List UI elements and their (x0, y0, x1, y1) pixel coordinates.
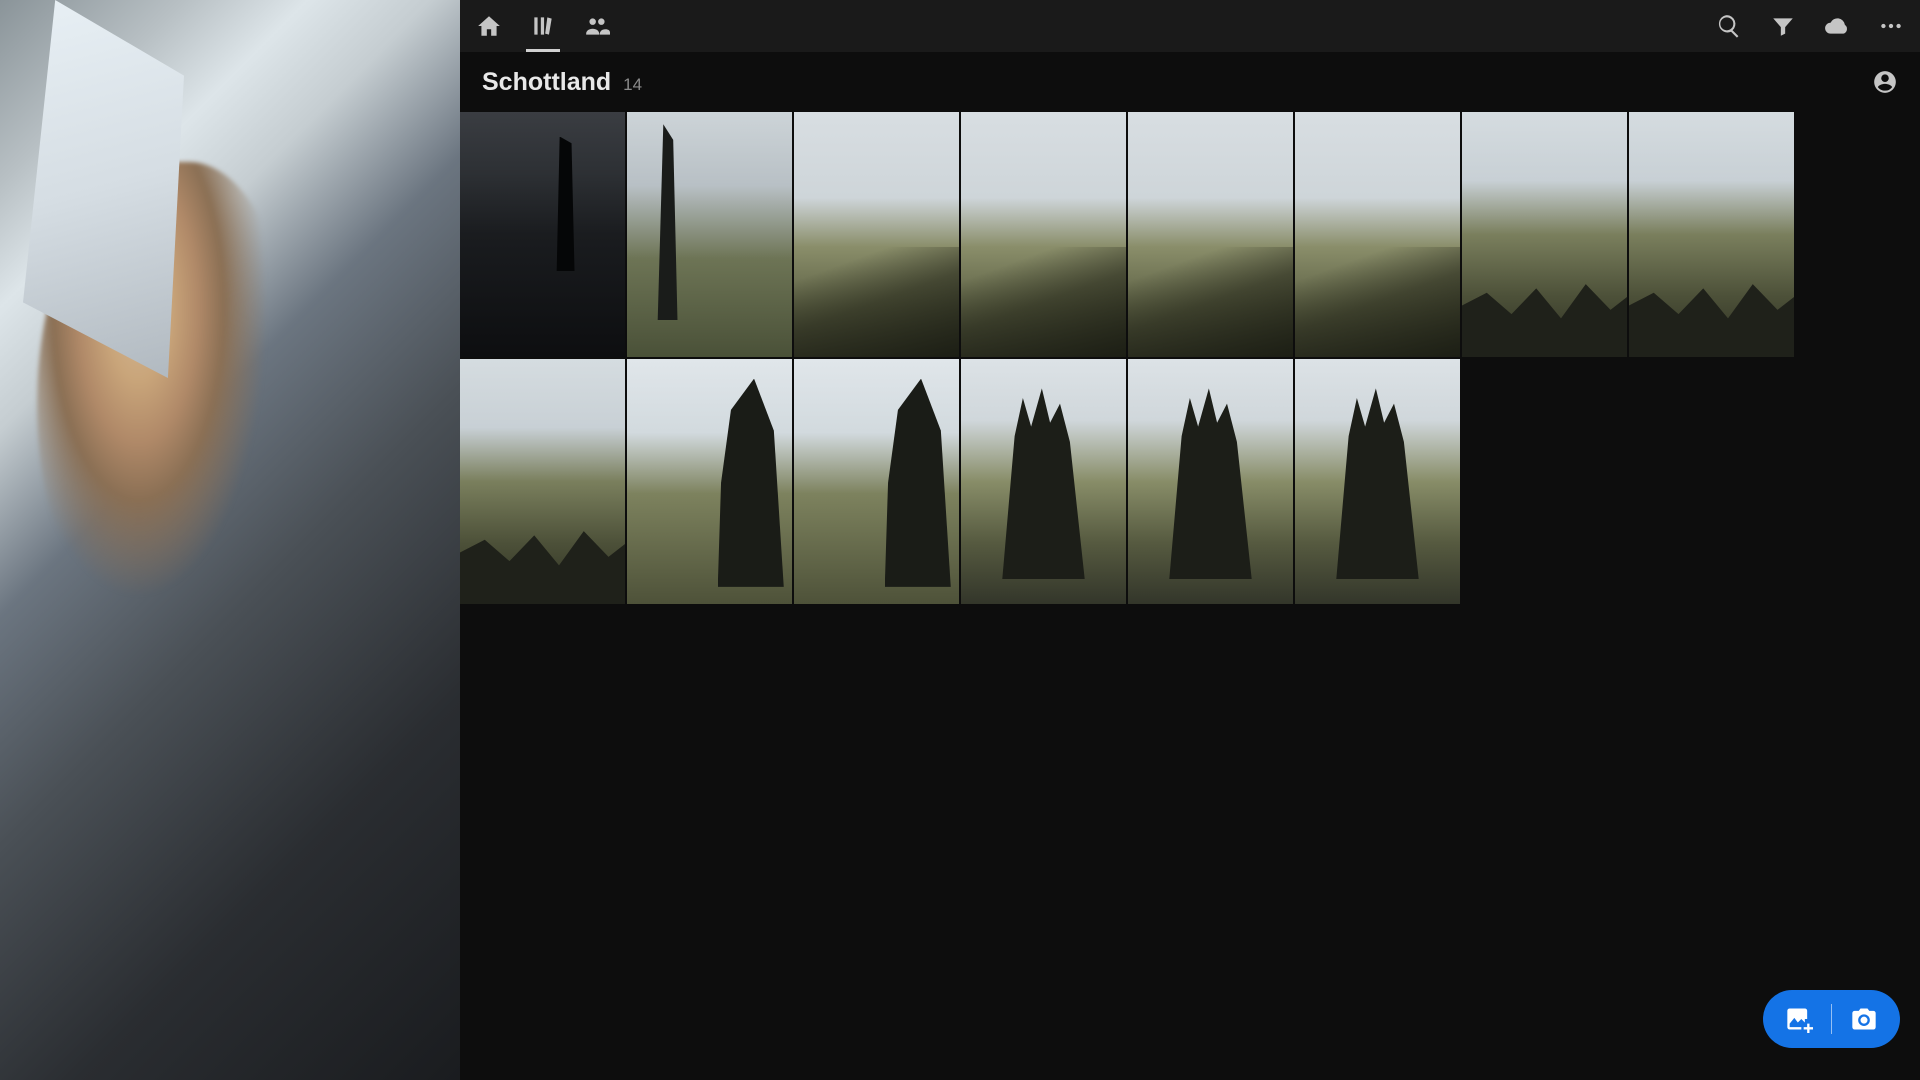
more-icon[interactable] (1878, 13, 1904, 39)
toolbar-right (1716, 13, 1904, 39)
toolbar-left (476, 13, 610, 39)
webcam-overlay (0, 0, 460, 1080)
add-photo-icon[interactable] (1785, 1005, 1813, 1033)
filter-icon[interactable] (1770, 13, 1796, 39)
camera-icon[interactable] (1850, 1005, 1878, 1033)
album-header: Schottland 14 (460, 52, 1920, 112)
profile-icon[interactable] (1872, 69, 1898, 95)
photo-thumbnail[interactable] (1295, 112, 1460, 357)
home-icon[interactable] (476, 13, 502, 39)
photo-thumbnail[interactable] (627, 112, 792, 357)
photo-thumbnail[interactable] (961, 359, 1126, 604)
library-icon[interactable] (530, 13, 556, 39)
fab-group (1763, 990, 1901, 1048)
photo-thumbnail[interactable] (794, 359, 959, 604)
album-title: Schottland (482, 68, 611, 97)
photo-thumbnail[interactable] (1462, 112, 1627, 357)
photo-thumbnail[interactable] (961, 112, 1126, 357)
photo-grid (460, 112, 1920, 1080)
fab-divider (1831, 1004, 1833, 1034)
photo-thumbnail[interactable] (1629, 112, 1794, 357)
photo-thumbnail[interactable] (794, 112, 959, 357)
album-count: 14 (623, 75, 642, 95)
people-icon[interactable] (584, 13, 610, 39)
photo-thumbnail[interactable] (460, 359, 625, 604)
photo-thumbnail[interactable] (460, 112, 625, 357)
photo-thumbnail[interactable] (1295, 359, 1460, 604)
photo-thumbnail[interactable] (1128, 112, 1293, 357)
album-title-wrap: Schottland 14 (482, 68, 642, 97)
top-toolbar (460, 0, 1920, 52)
app-window: Schottland 14 (460, 0, 1920, 1080)
photo-thumbnail[interactable] (627, 359, 792, 604)
search-icon[interactable] (1716, 13, 1742, 39)
photo-thumbnail[interactable] (1128, 359, 1293, 604)
cloud-icon[interactable] (1824, 13, 1850, 39)
